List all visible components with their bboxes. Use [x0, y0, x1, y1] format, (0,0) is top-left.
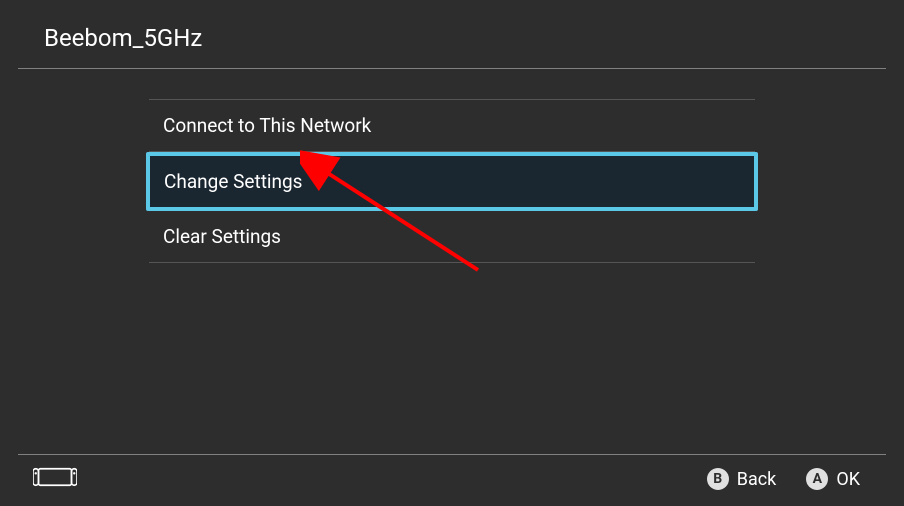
menu-item-clear-settings[interactable]: Clear Settings [149, 211, 755, 263]
a-button-icon: A [806, 468, 828, 490]
menu-item-label: Connect to This Network [163, 114, 371, 137]
footer-divider [18, 454, 886, 455]
controller-icon [33, 466, 77, 492]
header: Beebom_5GHz [0, 0, 904, 68]
ok-button[interactable]: A OK [806, 468, 860, 490]
header-divider [18, 68, 886, 69]
b-button-icon: B [707, 468, 729, 490]
menu-item-label: Clear Settings [163, 225, 281, 248]
back-button-label: Back [737, 469, 777, 490]
menu-item-change-settings[interactable]: Change Settings [146, 152, 758, 211]
menu-item-connect[interactable]: Connect to This Network [149, 99, 755, 152]
menu-item-label: Change Settings [164, 170, 303, 193]
page-title: Beebom_5GHz [44, 24, 860, 52]
footer-buttons: B Back A OK [707, 468, 860, 490]
back-button[interactable]: B Back [707, 468, 777, 490]
menu-container: Connect to This Network Change Settings … [149, 99, 755, 263]
footer: B Back A OK [0, 454, 904, 506]
ok-button-label: OK [836, 469, 860, 490]
